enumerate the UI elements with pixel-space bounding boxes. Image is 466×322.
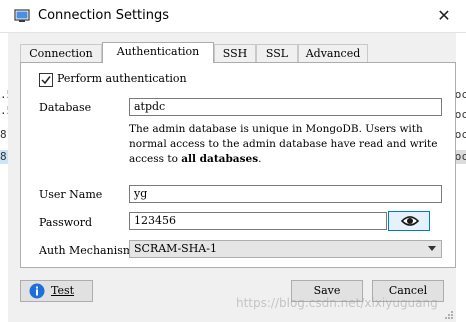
background-text: .5: [0, 88, 8, 101]
title-bar[interactable]: Connection Settings ✕: [0, 0, 466, 33]
password-input[interactable]: 123456: [129, 212, 387, 230]
window-icon: [14, 8, 30, 24]
perform-auth-checkbox[interactable]: [39, 73, 53, 87]
background-text: oc: [456, 88, 466, 101]
show-password-button[interactable]: [388, 211, 430, 231]
description-emphasis: all databases: [181, 153, 259, 165]
background-text: 8: [0, 128, 7, 141]
background-text: oc: [456, 108, 466, 121]
database-description: The admin database is unique in MongoDB.…: [129, 122, 449, 167]
tab-authentication[interactable]: Authentication: [102, 42, 214, 63]
tab-advanced[interactable]: Advanced: [298, 44, 368, 62]
auth-mechanism-select[interactable]: SCRAM-SHA-1: [129, 240, 442, 258]
perform-auth-label[interactable]: Perform authentication: [57, 72, 187, 85]
watermark-text: https://blog.csdn.net/xixiyuguang: [236, 296, 438, 310]
password-label: Password: [39, 216, 93, 229]
background-app-left: .5 .5 8 8: [0, 32, 8, 322]
window-title: Connection Settings: [38, 8, 170, 23]
checkmark-icon: [41, 76, 51, 85]
username-input[interactable]: yg: [129, 185, 442, 203]
description-text: The admin database is unique in MongoDB.…: [129, 123, 438, 165]
info-icon: [29, 283, 45, 299]
connection-settings-dialog: Connection Settings ✕ Connection Authent…: [0, 0, 466, 322]
background-app-right: oc oc oc oc: [456, 32, 466, 322]
description-end: .: [258, 153, 262, 165]
test-button[interactable]: Test: [20, 280, 93, 302]
auth-mechanism-value: SCRAM-SHA-1: [134, 242, 217, 255]
authentication-panel: Perform authentication Database atpdc Th…: [20, 62, 456, 268]
chevron-down-icon: [428, 246, 436, 251]
background-text: .5: [0, 104, 8, 117]
database-label: Database: [39, 101, 92, 114]
username-label: User Name: [39, 188, 103, 201]
close-icon[interactable]: ✕: [434, 6, 454, 26]
eye-icon: [401, 216, 419, 226]
tab-connection[interactable]: Connection: [20, 44, 102, 62]
background-text: oc: [456, 150, 466, 163]
background-text: 8: [0, 150, 7, 163]
test-button-label: Test: [51, 284, 75, 297]
database-input[interactable]: atpdc: [129, 98, 442, 116]
background-text: oc: [456, 128, 466, 141]
tab-ssh[interactable]: SSH: [214, 44, 256, 62]
auth-mechanism-label: Auth Mechanism: [39, 244, 134, 257]
tab-ssl[interactable]: SSL: [256, 44, 298, 62]
resize-grip-icon[interactable]: [444, 310, 454, 320]
